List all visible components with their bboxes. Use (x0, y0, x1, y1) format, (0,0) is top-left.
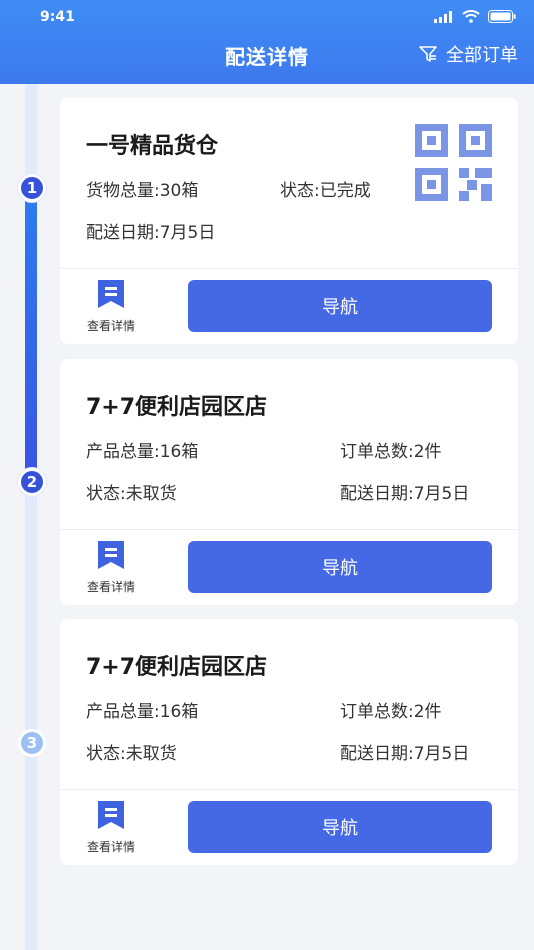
card-date: 配送日期:7月5日 (86, 223, 216, 243)
card-divider (60, 789, 518, 790)
view-details-button[interactable]: 查看详情 (80, 278, 142, 334)
filter-label: 全部订单 (446, 45, 518, 66)
card-orders: 订单总数:2件 (340, 442, 442, 462)
delivery-card-1: 一号精品货仓 货物总量:30箱 状态:已完成 配送日期:7月5日 查看详情 导航 (60, 98, 518, 344)
view-details-button[interactable]: 查看详情 (80, 799, 142, 855)
card-divider (60, 529, 518, 530)
timeline-node-3: 3 (18, 729, 46, 757)
card-date: 配送日期:7月5日 (340, 744, 470, 764)
view-details-button[interactable]: 查看详情 (80, 539, 142, 595)
timeline-node-1: 1 (18, 174, 46, 202)
card-total: 货物总量:30箱 (86, 181, 199, 201)
delivery-card-3: 7+7便利店园区店 产品总量:16箱 订单总数:2件 状态:未取货 配送日期:7… (60, 619, 518, 865)
delivery-card-2: 7+7便利店园区店 产品总量:16箱 订单总数:2件 状态:未取货 配送日期:7… (60, 359, 518, 605)
timeline-node-2: 2 (18, 468, 46, 496)
document-bookmark-icon (98, 801, 124, 829)
battery-icon (488, 10, 516, 23)
view-details-label: 查看详情 (86, 840, 135, 854)
timeline-progress (25, 186, 37, 482)
app-header: 9:41 配送详情 全部订单 (0, 0, 534, 84)
card-status: 状态:未取货 (86, 484, 177, 504)
card-status: 状态:已完成 (280, 181, 371, 201)
qr-code-icon[interactable] (415, 124, 492, 201)
status-icons (434, 10, 516, 23)
card-date: 配送日期:7月5日 (340, 484, 470, 504)
document-bookmark-icon (98, 280, 124, 308)
view-details-label: 查看详情 (86, 580, 135, 594)
card-title: 一号精品货仓 (86, 134, 219, 159)
view-details-label: 查看详情 (86, 319, 135, 333)
card-status: 状态:未取货 (86, 744, 177, 764)
navigate-button[interactable]: 导航 (188, 541, 492, 593)
card-title: 7+7便利店园区店 (86, 655, 268, 680)
document-bookmark-icon (98, 541, 124, 569)
wifi-icon (462, 10, 480, 23)
filter-icon (419, 46, 437, 62)
navigate-button[interactable]: 导航 (188, 801, 492, 853)
navigate-button[interactable]: 导航 (188, 280, 492, 332)
card-orders: 订单总数:2件 (340, 702, 442, 722)
all-orders-filter[interactable]: 全部订单 (418, 41, 518, 67)
card-total: 产品总量:16箱 (86, 702, 199, 722)
card-title: 7+7便利店园区店 (86, 395, 268, 420)
card-total: 产品总量:16箱 (86, 442, 199, 462)
signal-icon (434, 10, 452, 23)
card-divider (60, 268, 518, 269)
status-time: 9:41 (40, 9, 75, 25)
